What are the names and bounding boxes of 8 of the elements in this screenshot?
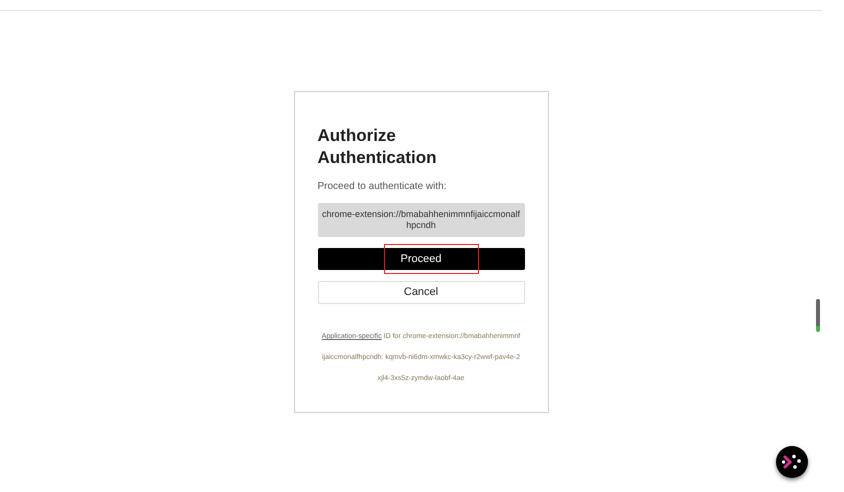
- origin-field: chrome-extension://bmabahhenimmnfijaiccmonalfhpcndh: [318, 203, 524, 237]
- dialog-title: Authorize Authentication: [318, 125, 438, 169]
- logo-icon: [782, 453, 802, 471]
- floating-action-button[interactable]: [776, 446, 808, 478]
- cancel-button[interactable]: Cancel: [318, 281, 524, 304]
- scrollbar-handle[interactable]: [816, 299, 820, 332]
- prompt-text: Proceed to authenticate with:: [318, 180, 448, 194]
- proceed-button[interactable]: Proceed: [318, 248, 524, 270]
